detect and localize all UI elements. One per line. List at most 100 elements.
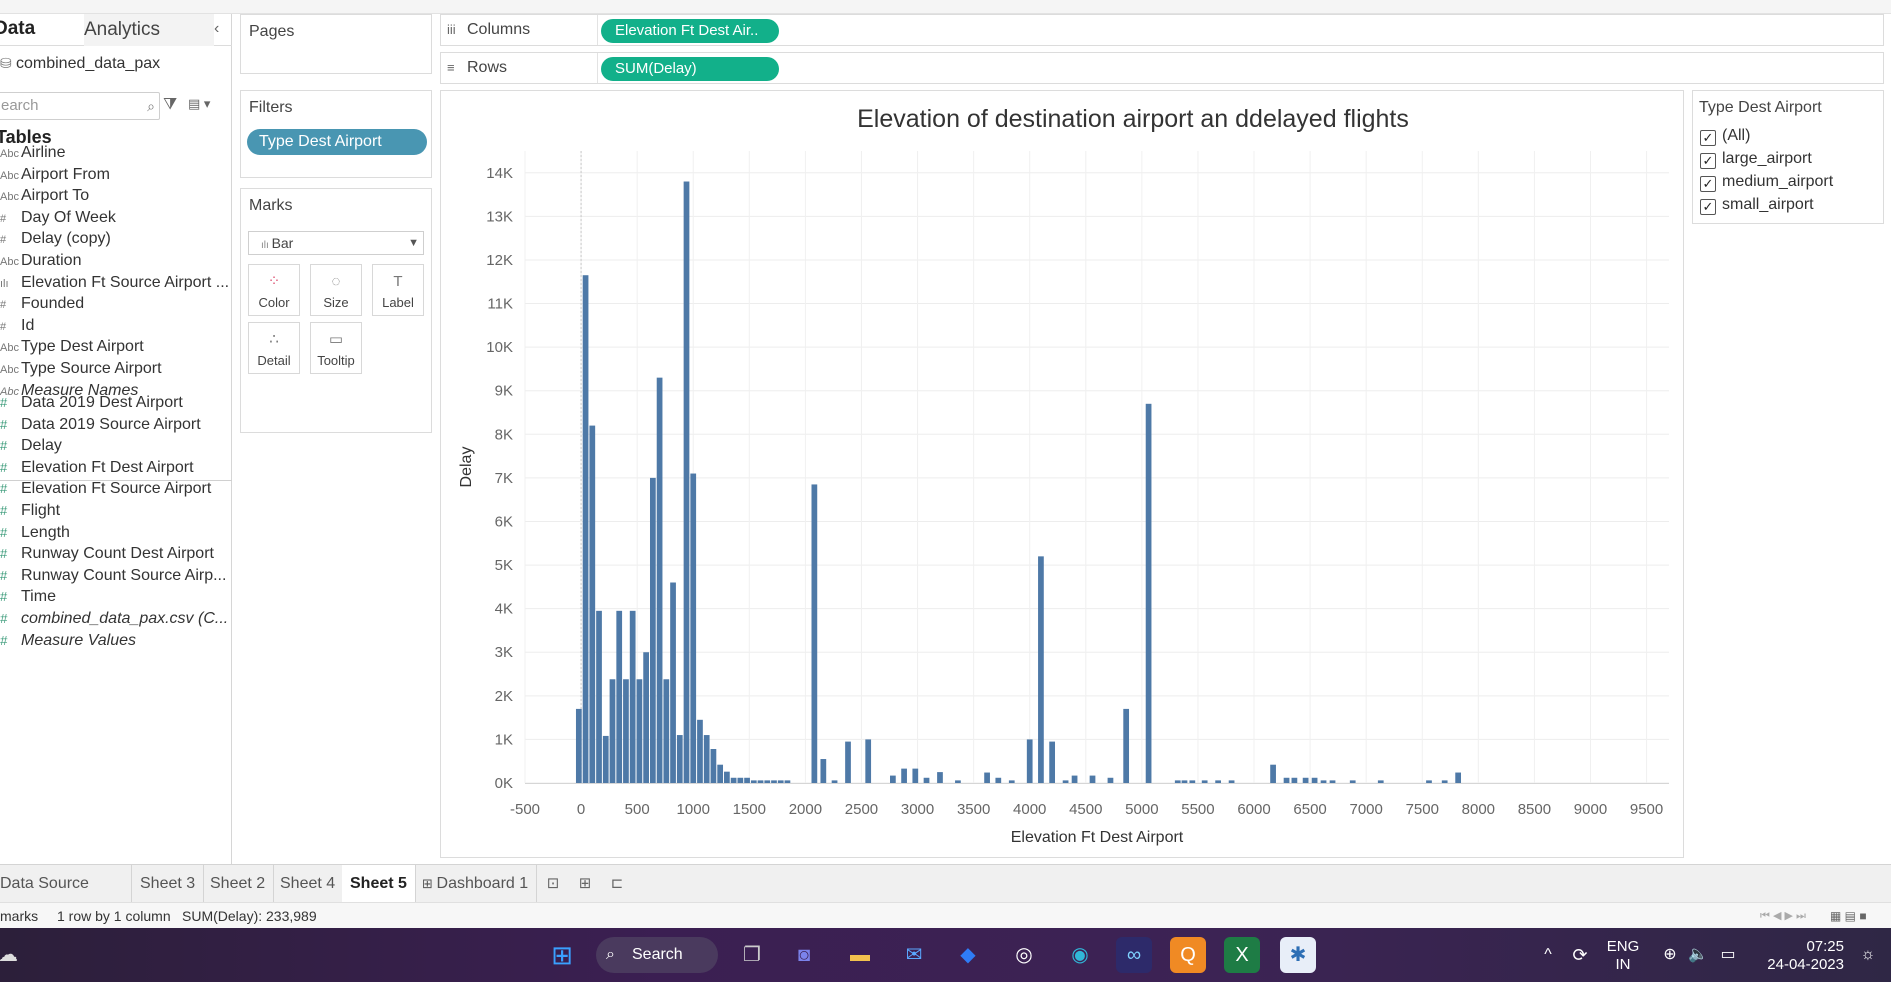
file-explorer-icon[interactable]: ▬ [842, 937, 878, 973]
tab-sheet-4[interactable]: Sheet 4 [272, 865, 345, 903]
checkbox-checked-icon[interactable]: ✓ [1700, 153, 1716, 169]
rows-shelf[interactable]: ≡ Rows SUM(Delay) [440, 52, 1884, 84]
chevron-up-icon[interactable]: ^ [1530, 937, 1566, 973]
bar [697, 719, 703, 783]
bar [670, 582, 676, 783]
tab-sheet-5[interactable]: Sheet 5 [342, 865, 416, 903]
taskbar-search[interactable]: ⌕ Search [596, 937, 718, 973]
marks-title: Marks [249, 197, 293, 214]
color-button[interactable]: ⁘ Color [248, 264, 300, 316]
label-icon: T [393, 273, 403, 290]
new-worksheet-icon[interactable]: ⊡ [538, 865, 568, 903]
view-options-icon[interactable]: ▤ ▾ [188, 96, 210, 112]
filter-option-large-airport[interactable]: ✓ large_airport [1700, 148, 1812, 170]
webex-icon[interactable]: ∞ [1116, 937, 1152, 973]
filters-card[interactable]: Filters Type Dest Airport [240, 90, 432, 178]
field-label: Measure Values [21, 631, 137, 649]
bar [616, 610, 623, 783]
bar [1181, 780, 1188, 783]
pane-tabs: Data Analytics ‹ [0, 14, 232, 46]
filter-fields-icon[interactable]: ⧩ [163, 96, 177, 114]
y-axis-title: Delay [458, 447, 475, 488]
edge-icon[interactable]: ◉ [1062, 937, 1098, 973]
bar [1008, 780, 1015, 783]
y-tick-label: 6K [495, 513, 513, 530]
bar [777, 780, 784, 783]
filter-pill-type-dest-airport[interactable]: Type Dest Airport [247, 129, 427, 155]
bar [1026, 739, 1033, 783]
tab-sheet-3[interactable]: Sheet 3 [132, 865, 205, 903]
language-indicator[interactable]: ENG IN [1600, 938, 1646, 974]
field-label: Data 2019 Source Airport [21, 415, 201, 433]
bar [609, 679, 616, 783]
pages-card[interactable]: Pages [240, 14, 432, 74]
tab-data[interactable]: Data [0, 18, 35, 40]
github-icon[interactable]: ◎ [1006, 937, 1042, 973]
new-story-icon[interactable]: ⊏ [602, 865, 632, 903]
tableau-icon[interactable]: ✱ [1280, 937, 1316, 973]
color-label: Color [258, 295, 290, 310]
field-item[interactable]: # Measure Values [0, 628, 136, 654]
tab-analytics[interactable]: Analytics [84, 14, 214, 46]
teams-icon[interactable]: ◙ [786, 937, 822, 973]
field-label: combined_data_pax.csv (C... [21, 610, 229, 627]
detail-button[interactable]: ∴ Detail [248, 322, 300, 374]
battery-icon[interactable]: ▭ [1710, 937, 1746, 973]
mail-icon[interactable]: ✉ [896, 937, 932, 973]
windows-start-icon[interactable]: ⊞ [544, 937, 580, 973]
sheet-nav-icons[interactable]: ⏮ ◀ ▶ ⏭ [1760, 903, 1806, 929]
dropbox-icon[interactable]: ◆ [950, 937, 986, 973]
rows-pill[interactable]: SUM(Delay) [601, 57, 779, 81]
bar [1455, 772, 1462, 783]
bar [1291, 777, 1298, 783]
datasource-item[interactable]: ⛁ combined_data_pax [0, 50, 160, 76]
label-button[interactable]: T Label [372, 264, 424, 316]
tab-dashboard-1[interactable]: ⊞ Dashboard 1 [414, 865, 538, 903]
notification-icon[interactable]: ☼ [1850, 937, 1886, 973]
tab-sheet-2[interactable]: Sheet 2 [202, 865, 275, 903]
checkbox-checked-icon[interactable]: ✓ [1700, 130, 1716, 146]
dimension-measure-divider [0, 480, 232, 481]
field-label: Data 2019 Dest Airport [21, 394, 183, 411]
task-view-icon[interactable]: ❐ [734, 937, 770, 973]
filter-option-small-airport[interactable]: ✓ small_airport [1700, 194, 1814, 216]
status-dimensions: 1 row by 1 column [57, 908, 171, 924]
size-button[interactable]: ◌ Size [310, 264, 362, 316]
filter-option-medium-airport[interactable]: ✓ medium_airport [1700, 171, 1833, 193]
bar [575, 708, 582, 783]
checkbox-checked-icon[interactable]: ✓ [1700, 199, 1716, 215]
mark-type-dropdown[interactable]: ılı Bar ▼ [248, 231, 424, 255]
bar [923, 777, 930, 783]
bar [955, 780, 961, 783]
collapse-pane-icon[interactable]: ‹ [214, 20, 219, 38]
bar [636, 679, 643, 783]
bar [1441, 780, 1448, 783]
tab-data-source[interactable]: Data Source [0, 865, 132, 903]
clock[interactable]: 07:25 24-04-2023 [1752, 938, 1844, 974]
weather-icon[interactable]: ☁ [0, 937, 26, 973]
bar [1426, 780, 1432, 783]
chart-title: Elevation of destination airport an ddel… [857, 105, 1409, 133]
measure-type-icon: # [0, 632, 8, 648]
excel-icon[interactable]: X [1224, 937, 1260, 973]
bar [1215, 780, 1221, 783]
field-search-input[interactable]: earch ⌕ [0, 92, 160, 120]
bar [811, 484, 818, 783]
x-tick-label: 5500 [1181, 801, 1214, 818]
view-toggle-icons[interactable]: ▦ ▤ ■ [1830, 903, 1867, 929]
checkbox-checked-icon[interactable]: ✓ [1700, 176, 1716, 192]
quick-filter-type-dest-airport: Type Dest Airport ✓ (All) ✓ large_airport … [1692, 90, 1884, 224]
columns-shelf[interactable]: iii Columns Elevation Ft Dest Air.. [440, 14, 1884, 46]
new-dashboard-icon[interactable]: ⊞ [570, 865, 600, 903]
columns-pill[interactable]: Elevation Ft Dest Air.. [601, 19, 779, 43]
bar [820, 759, 827, 783]
sync-icon[interactable]: ⟳ [1562, 937, 1598, 973]
data-pane: Data Analytics ‹ ⛁ combined_data_pax earc… [0, 14, 232, 864]
tooltip-button[interactable]: ▭ Tooltip [310, 322, 362, 374]
rows-shelf-label: ≡ Rows [447, 53, 507, 83]
bar [1329, 780, 1336, 783]
filter-option-all[interactable]: ✓ (All) [1700, 125, 1750, 147]
app-q-icon[interactable]: Q [1170, 937, 1206, 973]
bar [1201, 780, 1208, 783]
filter-option-label: medium_airport [1722, 173, 1834, 190]
